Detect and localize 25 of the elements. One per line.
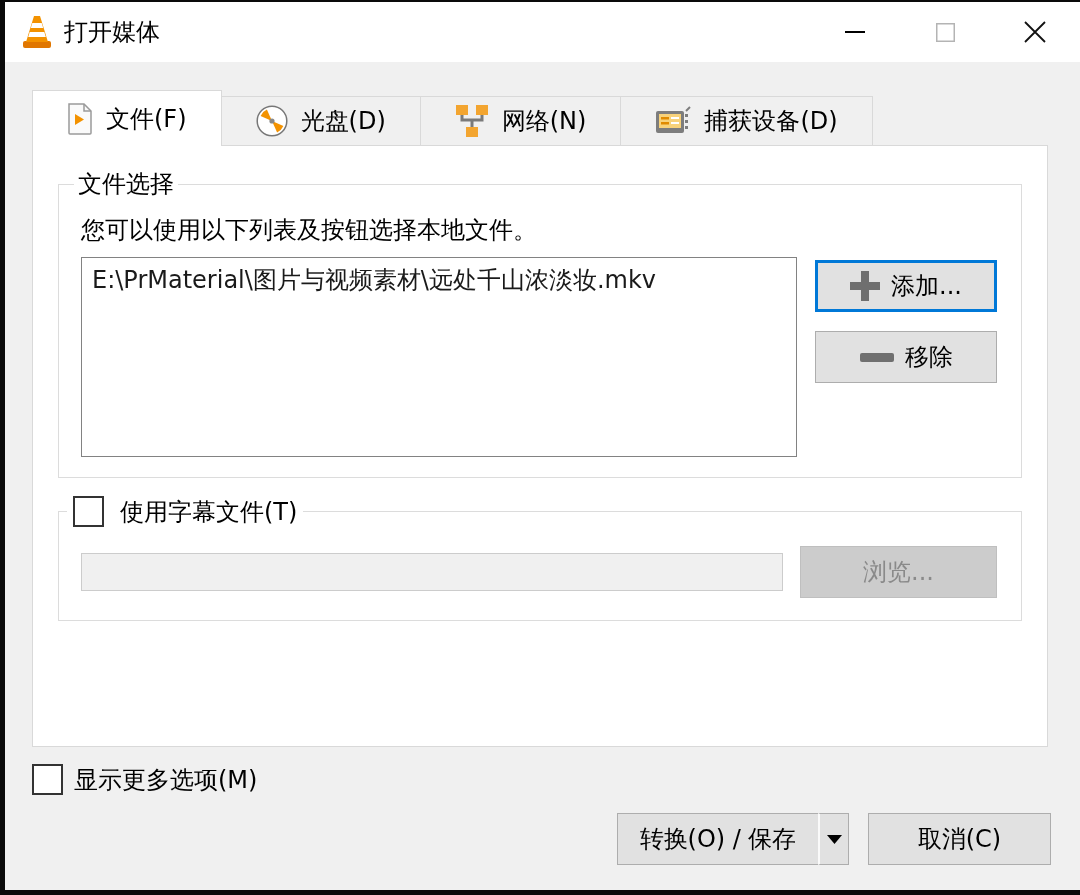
group-title: 文件选择	[77, 172, 175, 196]
checkbox[interactable]	[32, 764, 63, 795]
network-icon	[454, 104, 489, 138]
checkbox[interactable]	[73, 496, 104, 527]
instruction-text: 您可以使用以下列表及按钮选择本地文件。	[81, 216, 538, 244]
caret-icon	[826, 834, 842, 844]
checkbox-label[interactable]: 使用字幕文件(T)	[120, 497, 298, 526]
window-title: 打开媒体	[64, 18, 160, 46]
cancel-button[interactable]: 取消(C)	[868, 813, 1051, 865]
tab[interactable]: 捕获设备(D)	[620, 96, 873, 145]
dropdown-button[interactable]	[818, 813, 849, 865]
file-play-icon	[67, 102, 93, 135]
file-list[interactable]: E:\PrMaterial\图片与视频素材\远处千山浓淡妆.mkv	[81, 257, 797, 457]
remove-button[interactable]: 移除	[815, 331, 997, 383]
file-list-item[interactable]: E:\PrMaterial\图片与视频素材\远处千山浓淡妆.mkv	[92, 266, 786, 294]
traffic-cone-icon	[22, 16, 52, 48]
add-button[interactable]: 添加...	[815, 260, 997, 312]
plus-icon	[850, 271, 881, 301]
checkbox-label[interactable]: 显示更多选项(M)	[74, 765, 258, 794]
tab[interactable]: 文件(F)	[32, 90, 222, 146]
disc-icon	[255, 105, 288, 137]
capture-card-icon	[655, 106, 692, 136]
convert-save-button[interactable]: 转换(O) / 保存	[617, 813, 818, 865]
minus-icon	[859, 352, 894, 362]
close-icon[interactable]	[1024, 21, 1046, 43]
